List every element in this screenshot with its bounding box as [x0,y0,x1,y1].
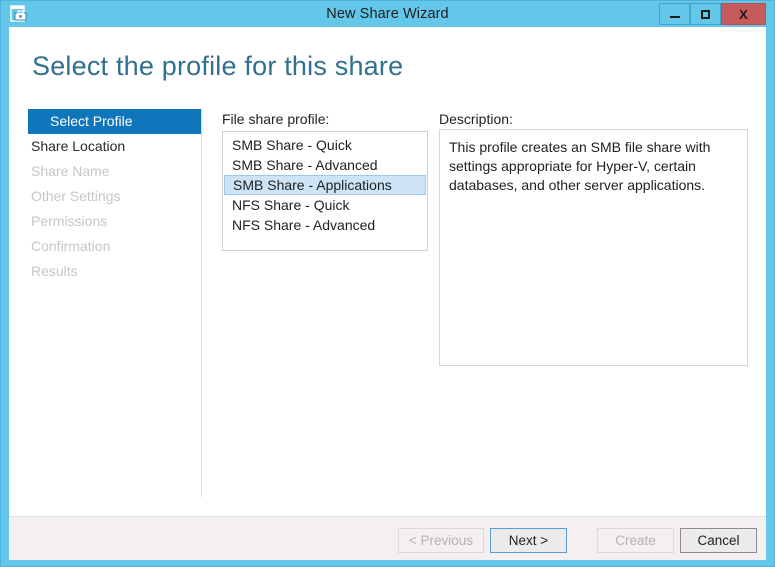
list-item[interactable]: SMB Share - Quick [224,135,426,155]
wizard-button-row: < Previous Next > Create Cancel [397,528,757,553]
content-divider [201,109,202,497]
next-button[interactable]: Next > [490,528,567,553]
description-text: This profile creates an SMB file share w… [449,139,711,193]
file-share-profile-label: File share profile: [222,111,330,127]
minimize-icon [669,16,680,18]
wizard-client-area: Select the profile for this share Select… [9,27,766,560]
window-controls: X [659,3,766,25]
sidebar-item-results: Results [31,263,78,279]
maximize-button[interactable] [690,3,721,25]
cancel-button[interactable]: Cancel [680,528,757,553]
sidebar-item-confirmation: Confirmation [31,238,111,254]
description-label: Description: [439,111,513,127]
file-share-profile-listbox[interactable]: SMB Share - Quick SMB Share - Advanced S… [222,131,428,251]
minimize-button[interactable] [659,3,690,25]
close-button[interactable]: X [721,3,766,25]
list-item[interactable]: NFS Share - Quick [224,195,426,215]
create-button: Create [597,528,674,553]
sidebar-item-permissions: Permissions [31,213,108,229]
list-item[interactable]: NFS Share - Advanced [224,215,426,235]
previous-button: < Previous [397,528,484,553]
list-item[interactable]: SMB Share - Advanced [224,155,426,175]
sidebar-item-share-name: Share Name [31,163,110,179]
wizard-step-list: Select Profile Share Location Share Name… [9,109,201,284]
maximize-icon [701,9,710,19]
description-box: This profile creates an SMB file share w… [439,129,748,366]
page-title: Select the profile for this share [32,51,404,81]
list-item[interactable]: SMB Share - Applications [224,175,426,195]
wizard-footer: < Previous Next > Create Cancel [9,516,766,560]
sidebar-item-select-profile[interactable]: Select Profile [28,109,201,134]
new-share-wizard-window: New Share Wizard X Select the profile fo… [0,0,775,567]
title-bar[interactable]: New Share Wizard X [1,1,774,27]
sidebar-item-share-location[interactable]: Share Location [9,134,201,159]
sidebar-item-other-settings: Other Settings [31,188,121,204]
